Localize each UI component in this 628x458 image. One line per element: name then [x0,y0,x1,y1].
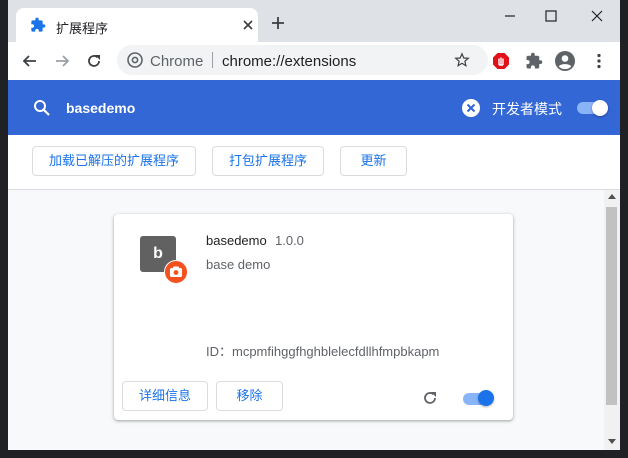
reload-icon[interactable] [85,52,103,70]
omnibox-separator [212,52,213,68]
forward-icon[interactable] [53,52,71,70]
extensions-puzzle-icon[interactable] [525,52,543,70]
adblock-extension-icon[interactable] [492,52,510,70]
scrollbar-thumb[interactable] [606,207,617,405]
load-unpacked-button[interactable]: 加载已解压的扩展程序 [32,146,196,176]
browser-window: 扩展程序 Chrome chrome://extensions basedemo… [8,0,620,450]
puzzle-icon [31,17,46,32]
toggle-knob [478,390,494,406]
extension-description: base demo [206,257,271,272]
tab-extensions[interactable]: 扩展程序 [16,8,258,42]
unpacked-source-icon [164,260,188,284]
extensions-header: basedemo 开发者模式 [8,80,620,135]
extension-name: basedemo [206,233,267,248]
profile-avatar-icon[interactable] [554,50,576,72]
maximize-icon[interactable] [543,8,559,24]
tab-title: 扩展程序 [56,21,109,36]
search-input[interactable]: basedemo [66,100,135,116]
close-icon[interactable] [589,8,605,24]
omnibox-host: Chrome [150,53,204,70]
search-icon [34,100,50,116]
browser-toolbar: Chrome chrome://extensions [8,42,620,80]
scrollbar[interactable] [604,190,620,450]
menu-kebab-icon[interactable] [590,52,608,70]
reload-extension-icon[interactable] [421,389,439,407]
developer-mode-label: 开发者模式 [492,101,562,117]
omnibox-url: chrome://extensions [222,53,357,70]
address-bar[interactable]: Chrome chrome://extensions [117,45,488,75]
details-button[interactable]: 详细信息 [122,381,208,411]
extension-card: b basedemo 1.0.0 base demo ID：mcpmfihggf… [114,214,513,420]
scroll-up-arrow-icon[interactable] [608,194,616,199]
extension-version: 1.0.0 [275,233,304,248]
chrome-logo-icon [127,52,143,68]
extensions-list: b basedemo 1.0.0 base demo ID：mcpmfihggf… [8,190,604,450]
extension-id: ID：mcpmfihggfhghblelecfdllhfmpbkapm [206,344,440,359]
card-divider [114,374,513,375]
pack-extension-button[interactable]: 打包扩展程序 [212,146,324,176]
update-button[interactable]: 更新 [340,146,407,176]
scroll-down-arrow-icon[interactable] [608,439,616,444]
minimize-icon[interactable] [502,8,518,24]
back-icon[interactable] [21,52,39,70]
remove-button[interactable]: 移除 [216,381,283,411]
toggle-knob [592,100,608,116]
tab-strip: 扩展程序 [8,0,620,42]
new-tab-plus-icon[interactable] [270,15,286,31]
developer-actions: 加载已解压的扩展程序 打包扩展程序 更新 [8,135,620,190]
bookmark-star-icon[interactable] [454,52,470,68]
clear-search-icon[interactable] [461,98,481,118]
tab-close-icon[interactable] [240,17,256,33]
